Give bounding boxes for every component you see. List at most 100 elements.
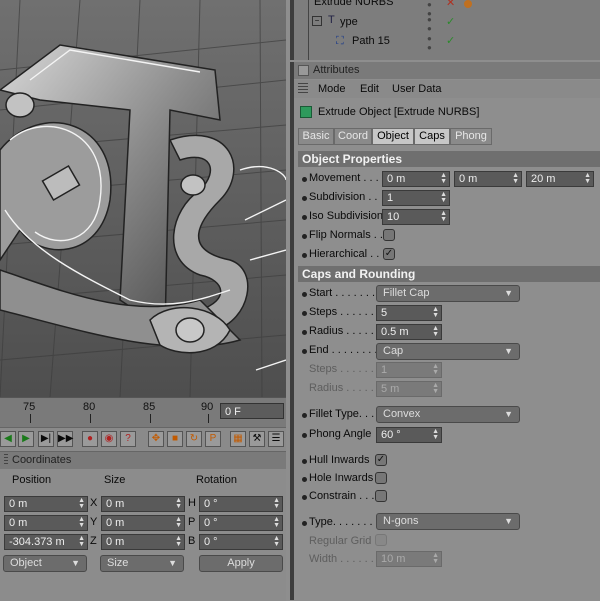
animate-dot-icon[interactable]	[302, 177, 307, 182]
hierarchical-checkbox[interactable]: ✓	[383, 248, 395, 260]
menu-user-data[interactable]: User Data	[392, 83, 442, 95]
rotate-key-icon[interactable]: ↻	[186, 431, 202, 447]
animate-dot-icon[interactable]	[302, 413, 307, 418]
grid-key-icon[interactable]: ▦	[230, 431, 246, 447]
animate-dot-icon[interactable]	[302, 495, 307, 500]
regular-grid-checkbox	[375, 534, 387, 546]
constrain-checkbox[interactable]	[375, 490, 387, 502]
text-spline-icon: T	[328, 14, 335, 26]
next-frame-icon[interactable]: ▶|	[38, 431, 54, 447]
coordinates-titlebar: Coordinates	[0, 452, 286, 469]
movement-label: Movement . . .	[309, 172, 379, 184]
end-select[interactable]: Cap ▼	[376, 343, 520, 360]
tab-phong[interactable]: Phong	[450, 128, 492, 145]
object-row[interactable]: ⛶ Path 15 ● ● ✓	[294, 32, 600, 52]
timeline-tick: 85	[143, 401, 156, 413]
record-icon[interactable]: ●	[82, 431, 98, 447]
subdivision-value: 1	[387, 192, 394, 204]
steps-label: Steps . . . . . .	[309, 306, 374, 318]
rotation-p-field[interactable]: 0 ° ▲ ▼	[199, 515, 283, 531]
move-key-icon[interactable]: ✥	[148, 431, 164, 447]
help-icon[interactable]: ?	[120, 431, 136, 447]
size-mode-select[interactable]: Size ▼	[100, 555, 184, 572]
movement-y-field[interactable]: 0 m ▲ ▼	[454, 171, 522, 187]
phong-angle-field[interactable]: 60 ° ▲ ▼	[376, 427, 442, 443]
size-z-field[interactable]: 0 m ▲ ▼	[101, 534, 185, 550]
param-key-icon[interactable]: P	[205, 431, 221, 447]
start-select[interactable]: Fillet Cap ▼	[376, 285, 520, 302]
movement-z-field[interactable]: 20 m ▲ ▼	[526, 171, 594, 187]
object-row[interactable]: − T ype ● ● ✓	[294, 13, 600, 33]
flip-normals-checkbox[interactable]	[383, 229, 395, 241]
menu-edit[interactable]: Edit	[360, 83, 379, 95]
subdivision-field[interactable]: 1 ▲ ▼	[382, 190, 450, 206]
chevron-down-icon: ▼	[504, 409, 513, 419]
tab-basic[interactable]: Basic	[298, 128, 334, 145]
position-z-value: -304.373 m	[9, 536, 65, 548]
animate-dot-icon[interactable]	[302, 521, 307, 526]
fillet-type-select[interactable]: Convex ▼	[376, 406, 520, 423]
animate-dot-icon[interactable]	[302, 292, 307, 297]
enabled-check-icon: ✓	[446, 35, 456, 47]
steps-field[interactable]: 5 ▲ ▼	[376, 305, 442, 321]
type-select[interactable]: N-gons ▼	[376, 513, 520, 530]
attributes-titlebar: Attributes	[294, 62, 600, 79]
position-z-field[interactable]: -304.373 m ▲ ▼	[4, 534, 88, 550]
end-radius-field: 5 m ▲ ▼	[376, 381, 442, 397]
tab-coord[interactable]: Coord	[334, 128, 372, 145]
hull-inwards-checkbox[interactable]: ✓	[375, 454, 387, 466]
coordinate-mode-select[interactable]: Object ▼	[3, 555, 87, 572]
animate-dot-icon[interactable]	[302, 349, 307, 354]
autokey-icon[interactable]: ◉	[101, 431, 117, 447]
hole-inwards-checkbox[interactable]	[375, 472, 387, 484]
menu-mode[interactable]: Mode	[318, 83, 346, 95]
rotation-b-field[interactable]: 0 ° ▲ ▼	[199, 534, 283, 550]
panel-icon	[298, 65, 309, 76]
movement-x-field[interactable]: 0 m ▲ ▼	[382, 171, 450, 187]
animate-dot-icon[interactable]	[302, 253, 307, 258]
animate-dot-icon[interactable]	[302, 311, 307, 316]
collapse-icon[interactable]: −	[312, 16, 322, 26]
play-backward-icon[interactable]: ◀	[0, 431, 16, 447]
wrench-icon[interactable]: ⚒	[249, 431, 265, 447]
start-label: Start . . . . . . .	[309, 287, 376, 299]
position-x-field[interactable]: 0 m ▲ ▼	[4, 496, 88, 512]
object-row[interactable]: Extrude NURBS ● ● ✕	[294, 0, 600, 18]
tab-caps[interactable]: Caps	[414, 128, 450, 145]
grip-icon	[4, 454, 8, 466]
iso-subdivision-field[interactable]: 10 ▲ ▼	[382, 209, 450, 225]
apply-button[interactable]: Apply	[199, 555, 283, 572]
chevron-down-icon: ▼	[504, 346, 513, 356]
tick-mark	[208, 414, 209, 423]
scale-key-icon[interactable]: ■	[167, 431, 183, 447]
settings-icon[interactable]: ☰	[268, 431, 284, 447]
animate-dot-icon[interactable]	[302, 330, 307, 335]
section-caps-rounding: Caps and Rounding	[298, 266, 600, 282]
animate-dot-icon[interactable]	[302, 433, 307, 438]
position-header: Position	[12, 474, 52, 486]
goto-end-icon[interactable]: ▶▶	[57, 431, 73, 447]
object-name: ype	[340, 16, 358, 28]
radius-value: 0.5 m	[381, 326, 409, 338]
animate-dot-icon[interactable]	[302, 459, 307, 464]
size-x-field[interactable]: 0 m ▲ ▼	[101, 496, 185, 512]
radius-label: Radius . . . . .	[309, 325, 374, 337]
radius-field[interactable]: 0.5 m ▲ ▼	[376, 324, 442, 340]
visibility-dots-icon: ● ●	[427, 34, 432, 52]
hierarchical-label: Hierarchical . .	[309, 248, 380, 260]
animate-dot-icon[interactable]	[302, 234, 307, 239]
position-y-field[interactable]: 0 m ▲ ▼	[4, 515, 88, 531]
size-y-field[interactable]: 0 m ▲ ▼	[101, 515, 185, 531]
timeline-ruler[interactable]: 75 80 85 90 0 F	[0, 397, 286, 427]
axis-label: H	[188, 497, 196, 509]
current-frame-field[interactable]: 0 F	[220, 403, 284, 419]
play-forward-icon[interactable]: ▶	[18, 431, 34, 447]
size-y-value: 0 m	[106, 517, 125, 529]
rotation-h-field[interactable]: 0 ° ▲ ▼	[199, 496, 283, 512]
animate-dot-icon[interactable]	[302, 477, 307, 482]
tab-object[interactable]: Object	[372, 128, 414, 145]
3d-viewport[interactable]	[0, 0, 286, 397]
end-steps-value: 1	[381, 364, 388, 376]
animate-dot-icon[interactable]	[302, 196, 307, 201]
animate-dot-icon[interactable]	[302, 215, 307, 220]
